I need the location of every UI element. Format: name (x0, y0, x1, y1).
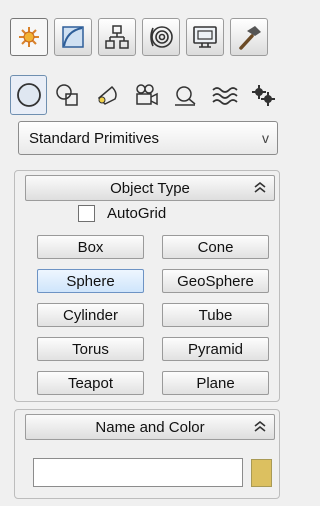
sphere-button[interactable]: Sphere (37, 269, 144, 293)
tab-modify[interactable] (54, 18, 92, 56)
display-monitor-icon (193, 26, 217, 48)
utilities-hammer-icon (239, 26, 261, 50)
name-and-color-rollout: Name and Color (14, 409, 280, 499)
modify-curve-icon (62, 26, 84, 48)
hierarchy-icon (105, 25, 129, 49)
object-type-rollout-header[interactable]: Object Type (25, 175, 275, 201)
space-warps-icon (211, 87, 238, 105)
tab-create[interactable] (10, 18, 48, 56)
tab-motion[interactable] (142, 18, 180, 56)
shapes-icon (55, 84, 78, 106)
create-sunburst-icon (19, 27, 39, 47)
helpers-icon (174, 86, 195, 106)
collapse-icon[interactable] (251, 179, 269, 197)
tab-utilities[interactable] (230, 18, 268, 56)
name-and-color-title: Name and Color (95, 418, 205, 436)
autogrid-option[interactable]: AutoGrid (78, 205, 166, 222)
motion-icon (150, 26, 173, 48)
category-helpers[interactable] (166, 75, 203, 115)
category-geometry[interactable] (10, 75, 47, 115)
subcategory-dropdown[interactable]: Standard Primitives v (18, 121, 278, 155)
object-name-field[interactable] (33, 458, 243, 487)
geosphere-button[interactable]: GeoSphere (162, 269, 269, 293)
name-and-color-rollout-header[interactable]: Name and Color (25, 414, 275, 440)
systems-icon (251, 85, 275, 106)
cameras-icon (135, 84, 158, 106)
geometry-sphere-icon (16, 83, 41, 107)
autogrid-label: AutoGrid (107, 205, 167, 222)
category-lights[interactable] (88, 75, 125, 115)
cone-button[interactable]: Cone (162, 235, 269, 259)
plane-button[interactable]: Plane (162, 371, 269, 395)
category-space-warps[interactable] (205, 75, 242, 115)
subcategory-value: Standard Primitives (29, 129, 160, 147)
lights-icon (97, 85, 117, 105)
autogrid-checkbox[interactable] (78, 205, 95, 222)
cylinder-button[interactable]: Cylinder (37, 303, 144, 327)
category-shapes[interactable] (49, 75, 86, 115)
command-panel-tabs (10, 18, 280, 62)
create-category-bar (10, 75, 285, 117)
collapse-icon[interactable] (251, 418, 269, 436)
tube-button[interactable]: Tube (162, 303, 269, 327)
box-button[interactable]: Box (37, 235, 144, 259)
object-type-title: Object Type (110, 179, 190, 197)
category-systems[interactable] (244, 75, 281, 115)
category-cameras[interactable] (127, 75, 164, 115)
teapot-button[interactable]: Teapot (37, 371, 144, 395)
object-type-rollout: Object Type AutoGrid Box Cone Sphere Geo… (14, 170, 280, 402)
chevron-down-icon: v (262, 130, 269, 146)
tab-display[interactable] (186, 18, 224, 56)
tab-hierarchy[interactable] (98, 18, 136, 56)
pyramid-button[interactable]: Pyramid (162, 337, 269, 361)
object-color-swatch[interactable] (251, 459, 272, 487)
torus-button[interactable]: Torus (37, 337, 144, 361)
